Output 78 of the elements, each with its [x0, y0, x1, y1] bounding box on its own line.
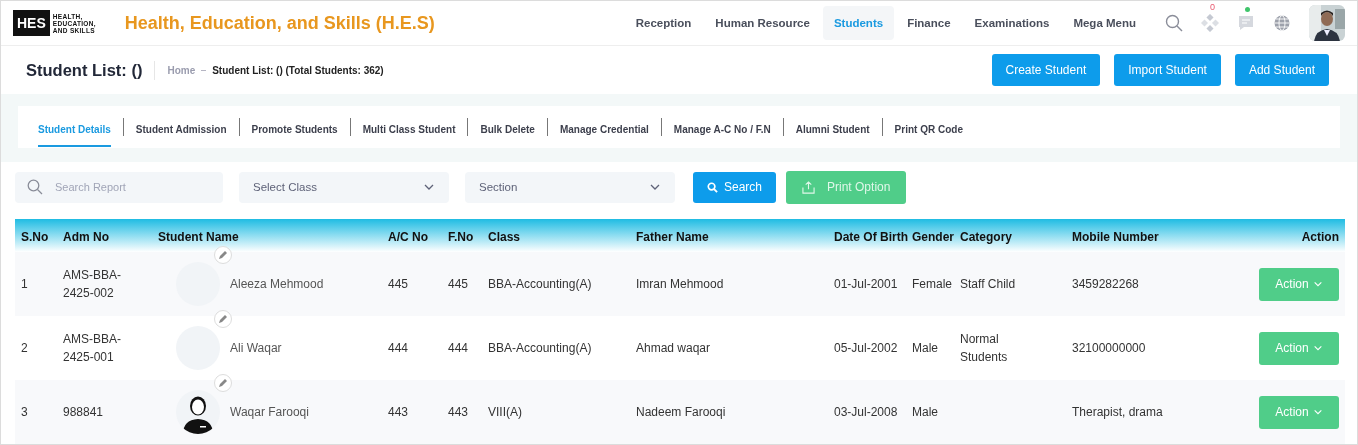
page-title: Student List: () [26, 60, 156, 80]
notification-count: 0 [1210, 2, 1215, 13]
table-cell-text: Female [912, 276, 952, 293]
chevron-down-icon [1312, 407, 1323, 417]
student-name: Ali Waqar [230, 340, 282, 357]
tab[interactable]: Student Details [38, 111, 111, 147]
column-header: S.No [15, 219, 57, 252]
table-cell-text: Therapist, drama [1072, 404, 1163, 421]
search-icon[interactable] [1165, 14, 1183, 33]
table-cell-text: BBA-Accounting(A) [488, 276, 592, 293]
search-icon [707, 181, 718, 193]
tab[interactable]: Promote Students [251, 111, 338, 147]
table-cell-text: 988841 [63, 404, 104, 421]
column-header: Date Of Birth [828, 219, 906, 252]
table-cell-text: 443 [388, 404, 409, 421]
column-header: Action [1248, 219, 1345, 252]
column-header: Student Name [152, 219, 382, 252]
tab[interactable]: Alumni Student [795, 111, 870, 147]
pencil-icon [218, 314, 228, 324]
section-select[interactable]: Section [465, 171, 675, 203]
tab[interactable]: Student Admission [135, 111, 227, 147]
table-cell-text: 01-Jul-2001 [834, 276, 898, 293]
chevron-down-icon [1312, 343, 1323, 353]
table-cell-text: Imran Mehmood [636, 276, 724, 293]
column-header: Father Name [630, 219, 828, 252]
nav-item[interactable]: Examinations [963, 6, 1061, 41]
table-cell-text: Normal Students [960, 331, 1009, 366]
table-cell-text: BBA-Accounting(A) [488, 340, 592, 357]
table-cell-text: 3459282268 [1072, 276, 1139, 293]
table-cell-text: 445 [388, 276, 409, 293]
column-header: Mobile Number [1066, 219, 1248, 252]
table-cell-text: Male [912, 404, 938, 421]
breadcrumb-current: Student List: () (Total Students: 362) [212, 64, 384, 76]
student-name: Waqar Farooqi [230, 404, 309, 421]
tab[interactable]: Manage A-C No / F.N [673, 111, 771, 147]
table-cell-text: 444 [388, 340, 409, 357]
nav-item[interactable]: Human Resource [704, 6, 821, 41]
column-header: Class [482, 219, 630, 252]
nav-item[interactable]: Reception [624, 6, 703, 41]
column-header: F.No [442, 219, 482, 252]
nav-item[interactable]: Finance [896, 6, 962, 41]
online-dot [1245, 7, 1250, 13]
table-cell-text: 443 [448, 404, 469, 421]
table-cell-text: Staff Child [960, 276, 1016, 293]
table-cell-text: 32100000000 [1072, 340, 1146, 357]
table-cell-text: Male [912, 340, 938, 357]
nav-item[interactable]: Mega Menu [1062, 6, 1147, 41]
table-cell-text: Ahmad waqar [636, 340, 711, 357]
search-icon [27, 179, 43, 195]
table-cell-text: 03-Jul-2008 [834, 404, 898, 421]
column-header: A/C No [382, 219, 442, 252]
tab[interactable]: Manage Credential [559, 111, 649, 147]
table-cell-text: 05-Jul-2002 [834, 340, 898, 357]
table-cell-text: 444 [448, 340, 469, 357]
column-header: Category [954, 219, 1066, 252]
column-header: Adm No [57, 219, 152, 252]
student-name: Aleeza Mehmood [230, 276, 324, 293]
table-cell-text: VIII(A) [488, 404, 522, 421]
pencil-icon [218, 250, 228, 260]
avatar [176, 262, 220, 306]
table-cell-text: 1 [21, 276, 28, 293]
upload-icon [802, 180, 816, 194]
logo-mark: HES [13, 10, 50, 37]
avatar [176, 326, 220, 370]
tab[interactable]: Multi Class Student [362, 111, 456, 147]
globe-icon[interactable] [1273, 14, 1291, 33]
table-cell-text: AMS-BBA-2425-002 [63, 267, 122, 302]
tab[interactable]: Bulk Delete [480, 111, 535, 147]
table-cell-text: Nadeem Farooqi [636, 404, 726, 421]
app-title: Health, Education, and Skills (H.E.S) [124, 12, 436, 34]
pencil-icon [218, 378, 228, 388]
tab[interactable]: Print QR Code [894, 111, 963, 147]
table-cell-text: 2 [21, 340, 28, 357]
chevron-down-icon [1312, 279, 1323, 289]
table-cell-text: 445 [448, 276, 469, 293]
table-cell-text: AMS-BBA-2425-001 [63, 331, 122, 366]
class-select[interactable]: Select Class [239, 171, 449, 203]
table-cell-text: 3 [21, 404, 28, 421]
